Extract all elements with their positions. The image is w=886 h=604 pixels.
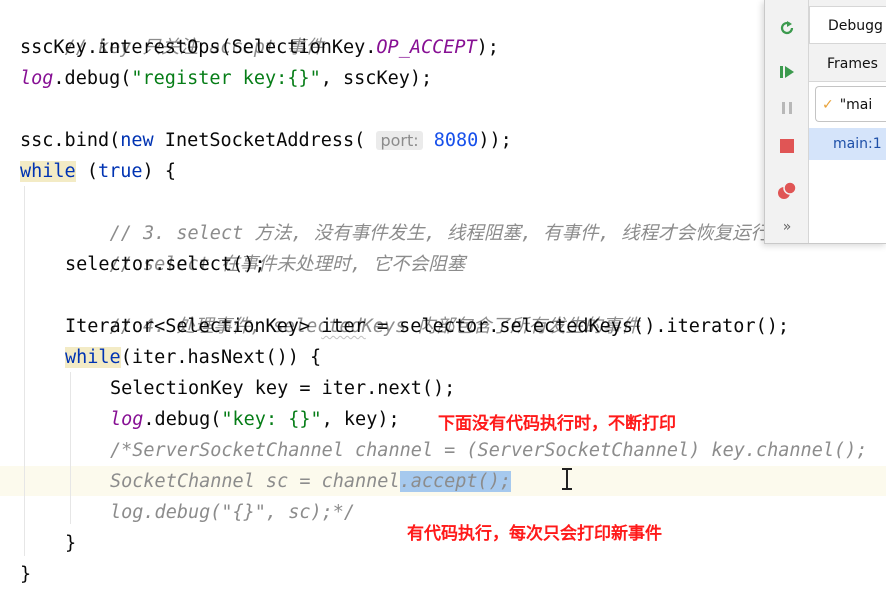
indent-guide [24, 186, 25, 556]
pause-icon[interactable] [775, 96, 799, 120]
code-text: InetSocketAddress( [153, 130, 377, 151]
code-block-comment: SocketChannel sc = channel [110, 471, 400, 492]
code-text: , key); [321, 409, 400, 430]
frames-header: Frames [809, 46, 886, 82]
code-line-15: /*ServerSocketChannel channel = (ServerS… [110, 435, 867, 466]
code-constant: OP_ACCEPT [376, 37, 477, 58]
debug-panel: » Debugg Frames ✓ "mai main:1 [764, 0, 886, 244]
code-variable: iter [321, 316, 366, 337]
code-string: "register key:{}" [131, 68, 321, 89]
code-line-7: // 3. select 方法, 没有事件发生, 线程阻塞, 有事件, 线程才会… [65, 187, 769, 244]
code-line-8: // select 在事件未处理时, 它不会阻塞 [65, 218, 466, 275]
code-block-comment: log.debug("{}", sc);*/ [110, 502, 356, 523]
indent-guide [70, 372, 71, 524]
code-field: log [20, 68, 54, 89]
code-line-11: Iterator<SelectionKey> iter = selector.s… [65, 311, 789, 342]
text-selection[interactable]: .accept(); [399, 471, 511, 492]
code-text: .debug( [143, 409, 222, 430]
code-line-6: while (true) { [20, 156, 176, 187]
parameter-hint: port: [376, 131, 423, 150]
tab-debugger[interactable]: Debugg [809, 6, 886, 44]
code-line-1: // key 只关注 accept 事件 [20, 1, 325, 58]
code-keyword: while [65, 347, 121, 368]
code-text: = selector.selectedKeys().iterator(); [365, 316, 789, 337]
view-breakpoints-icon[interactable] [775, 179, 799, 203]
code-line-2: sscKey.interestOps(SelectionKey.OP_ACCEP… [20, 32, 499, 63]
thread-label: "mai [839, 97, 873, 113]
check-icon: ✓ [822, 97, 834, 113]
code-keyword: while [20, 161, 76, 182]
code-block-comment: /*ServerSocketChannel channel = (ServerS… [110, 440, 868, 461]
code-text: Iterator<SelectionKey> [65, 316, 322, 337]
code-text: ssc.bind( [20, 130, 121, 151]
code-text: ( [75, 161, 98, 182]
code-text: SelectionKey key = iter.next(); [110, 378, 456, 399]
code-line-18: } [65, 528, 76, 559]
thread-selector[interactable]: ✓ "mai [815, 86, 886, 122]
code-text: )); [478, 130, 512, 151]
code-line-13: SelectionKey key = iter.next(); [110, 373, 455, 404]
code-line-16: SocketChannel sc = channel.accept(); [110, 466, 511, 497]
code-field: log [110, 409, 144, 430]
text-cursor-icon [562, 468, 572, 490]
code-text: selector.select(); [65, 254, 266, 275]
code-keyword: new [120, 130, 154, 151]
code-text: sscKey.interestOps(SelectionKey. [20, 37, 377, 58]
code-line-5: ssc.bind(new InetSocketAddress( port: 80… [20, 125, 512, 156]
rerun-icon[interactable] [775, 16, 799, 40]
resume-icon[interactable] [775, 60, 799, 84]
annotation-note: 下面没有代码执行时，不断打印 [438, 414, 676, 434]
debug-toolbar: » [765, 0, 809, 243]
code-keyword: true [97, 161, 143, 182]
code-line-9: selector.select(); [65, 249, 265, 280]
code-number: 8080 [433, 130, 479, 151]
code-text: , sscKey); [320, 68, 433, 89]
code-line-3: log.debug("register key:{}", sscKey); [20, 63, 432, 94]
code-line-12: while(iter.hasNext()) { [65, 342, 321, 373]
code-text: } [20, 564, 32, 585]
code-text: } [65, 533, 77, 554]
code-line-10: // 4. 处理事件, selectedKeys 内部包含了所有发生的事件 [65, 280, 640, 337]
code-text: ) { [142, 161, 176, 182]
code-text: .debug( [53, 68, 132, 89]
code-editor[interactable]: // key 只关注 accept 事件 sscKey.interestOps(… [0, 0, 886, 604]
code-line-14: log.debug("key: {}", key); [110, 404, 400, 435]
code-text: (iter.hasNext()) { [120, 347, 322, 368]
code-string: "key: {}" [221, 409, 322, 430]
frame-item[interactable]: main:1 [809, 128, 886, 160]
code-line-17: log.debug("{}", sc);*/ [110, 497, 355, 528]
code-text: ); [476, 37, 499, 58]
stop-icon[interactable] [775, 134, 799, 158]
more-actions-icon[interactable]: » [775, 215, 799, 239]
code-line-19: } [20, 559, 31, 590]
annotation-note: 有代码执行，每次只会打印新事件 [407, 524, 662, 544]
